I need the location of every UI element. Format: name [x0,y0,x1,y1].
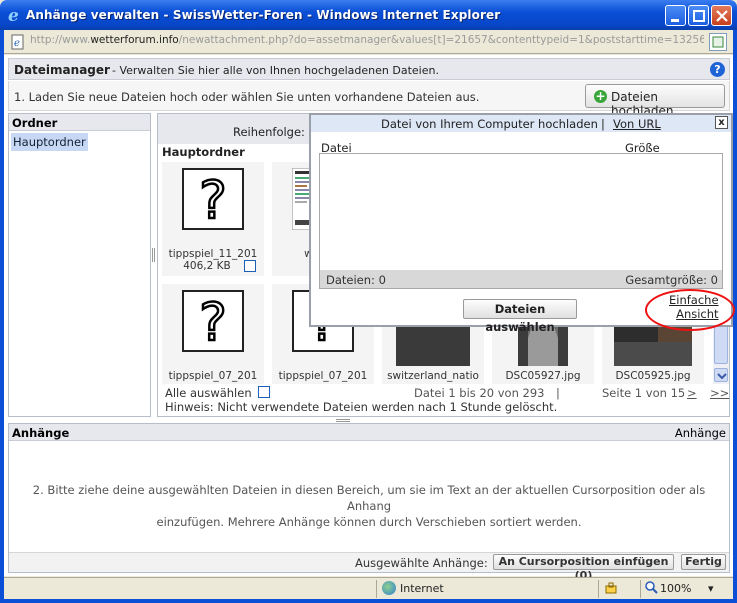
folder-panel-header: Ordner [9,114,150,131]
minimize-icon [671,19,679,22]
status-divider [598,580,599,598]
add-icon: + [594,89,607,103]
attachments-title: Anhänge [12,426,70,440]
zoom-level[interactable]: 100% [660,582,691,595]
window-frame-bottom [0,599,737,603]
sort-label: Reihenfolge: [233,125,305,139]
dialog-close-button[interactable]: x [715,116,728,129]
range-separator: | [556,386,560,400]
selected-attachments-label: Ausgewählte Anhänge: [355,556,488,570]
file-count: Dateien: 0 [326,273,386,287]
file-manager-header: Dateimanager - Verwalten Sie hier alle v… [8,58,730,80]
attachments-header: Anhänge Anhänge [9,424,729,441]
header-separator: | [601,117,605,131]
status-bar: Internet 100% ▾ [4,577,733,599]
file-name: DSC05927.jpg [505,370,581,382]
select-all-checkbox[interactable] [258,386,270,398]
unknown-file-icon: ? [182,168,244,230]
unknown-file-icon: ? [182,290,244,352]
status-divider [376,580,377,598]
file-name: tippspiel_07_201 [168,370,258,382]
title-bar[interactable]: e Anhänge verwalten - SwissWetter-Foren … [0,0,737,30]
svg-text:?: ? [199,293,227,352]
file-size: 406,2 KB [183,260,231,272]
files-footer: Alle auswählen Datei 1 bis 20 von 293 | … [162,386,729,414]
upload-dialog-title: Datei von Ihrem Computer hochladen [381,117,598,131]
step1-instructions: 1. Laden Sie neue Dateien hoch oder wähl… [14,90,480,104]
status-divider [640,580,641,598]
address-url[interactable]: http://www.wetterforum.info/newattachmen… [30,34,704,50]
attachments-drop-zone[interactable]: 2. Bitte ziehe deine ausgewählten Dateie… [9,482,729,530]
minimize-button[interactable] [665,5,686,26]
page-content: Dateimanager - Verwalten Sie hier alle v… [4,55,733,582]
choose-files-button[interactable]: Dateien auswählen [463,299,577,334]
window-title: Anhänge verwalten - SwissWetter-Foren - … [26,8,501,22]
page-info: Seite 1 von 15 [602,386,686,400]
protected-mode-icon[interactable] [604,581,618,595]
attachments-footer: Ausgewählte Anhänge: An Cursorposition e… [9,552,729,582]
insert-at-cursor-button[interactable]: An Cursorposition einfügen (0) [493,554,674,582]
upload-files-button[interactable]: + Dateien hochladen [585,84,725,118]
address-bar: e http://www.wetterforum.info/newattachm… [4,30,733,54]
zoom-dropdown-icon[interactable]: ▾ [708,582,714,595]
security-zone[interactable]: Internet [400,582,444,595]
select-all-label[interactable]: Alle auswählen [165,386,252,400]
url-domain: wetterforum.info [90,34,179,46]
drop-instructions-line1: 2. Bitte ziehe deine ausgewählten Dateie… [32,483,706,513]
selected-files-summary: Dateien: 0 Gesamtgröße: 0 [320,270,722,288]
upload-dialog-header: Datei von Ihrem Computer hochladen | Von… [311,115,731,132]
next-page-link[interactable]: > [687,386,697,400]
upload-step-bar: 1. Laden Sie neue Dateien hoch oder wähl… [8,81,730,118]
file-range: Datei 1 bis 20 von 293 [414,386,545,400]
drop-instructions-line2: einzufügen. Mehrere Anhänge können durch… [156,515,582,529]
folder-panel: Ordner Hauptordner [8,113,151,417]
last-page-link[interactable]: >> [710,386,729,400]
attachments-title-right: Anhänge [674,426,726,440]
attachments-panel: Anhänge Anhänge 2. Bitte ziehe deine aus… [8,423,730,582]
svg-text:e: e [8,6,19,24]
scroll-down-button[interactable] [714,368,728,382]
close-icon [716,10,728,22]
file-manager-subtitle: - Verwalten Sie hier alle von Ihnen hoch… [112,64,439,77]
splitter-grip-icon [152,248,155,262]
svg-text:e: e [14,38,20,49]
file-name: tippspiel_11_201 [168,248,258,260]
from-url-link[interactable]: Von URL [613,117,661,131]
url-path: /newattachment.php?do=assetmanager&value… [178,34,704,46]
done-button[interactable]: Fertig [681,554,726,570]
window-frame-right [733,30,737,603]
file-name: DSC05925.jpg [615,370,691,382]
file-select-checkbox[interactable] [244,260,256,272]
file-tile[interactable]: ? tippspiel_11_201 406,2 KB [162,162,264,276]
highlight-circle [645,289,735,331]
total-size: Gesamtgröße: 0 [625,273,718,287]
current-folder-title: Hauptordner [162,145,245,159]
splitter-grip-icon [336,419,350,422]
zoom-icon[interactable] [645,581,658,594]
chevron-down-icon [717,373,727,380]
file-tile[interactable]: ? tippspiel_07_201 [162,284,264,384]
file-name: tippspiel_07_201 [278,370,368,382]
help-icon[interactable]: ? [710,62,725,77]
page-status-icon[interactable] [709,33,727,51]
url-prefix: http://www. [30,34,91,46]
close-window-button[interactable] [711,5,732,26]
selected-files-list[interactable]: Dateien: 0 Gesamtgröße: 0 [319,153,723,289]
folder-item-main[interactable]: Hauptordner [11,133,88,151]
globe-icon [382,581,396,595]
maximize-icon [693,10,705,22]
page-icon: e [11,34,24,50]
file-name: switzerland_natio [387,370,479,382]
file-manager-title: Dateimanager [14,63,110,77]
svg-text:?: ? [199,171,227,230]
internet-explorer-icon: e [8,6,19,24]
cleanup-hint: Hinweis: Nicht verwendete Dateien werden… [165,400,558,414]
maximize-button[interactable] [688,5,709,26]
